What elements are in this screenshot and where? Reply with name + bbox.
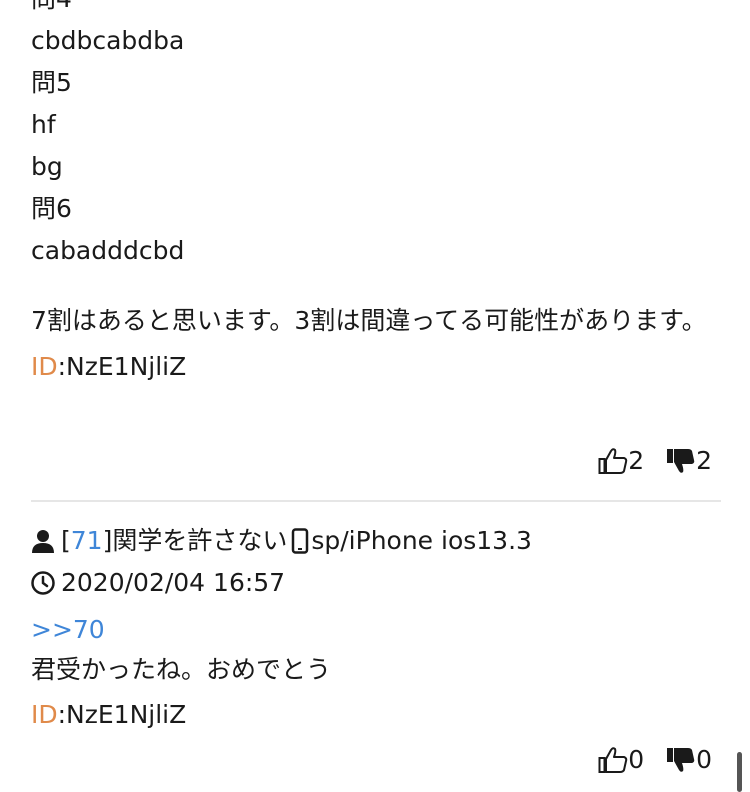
id-label: ID <box>31 352 58 381</box>
post-previous: 問4 cbdbcabdba 問5 hf bg 問6 cabadddcbd 7割は… <box>31 0 721 382</box>
post-header: [71] 関学を許さない sp/iPhone ios13.3 <box>31 520 721 562</box>
poster-id: ID:NzE1NjliZ <box>31 352 721 382</box>
device-info: sp/iPhone ios13.3 <box>311 526 532 555</box>
username: 関学を許さない <box>112 526 288 555</box>
post-timestamp-row: 2020/02/04 16:57 <box>31 562 721 604</box>
thumbs-down-icon <box>667 747 695 772</box>
like-count: 2 <box>628 446 645 475</box>
answer-line: 問6 <box>31 194 72 223</box>
poster-id: ID:NzE1NjliZ <box>31 700 721 730</box>
id-value: :NzE1NjliZ <box>57 352 187 381</box>
like-count: 0 <box>628 745 645 774</box>
post-number-close: ] <box>102 526 113 555</box>
thumbs-up-icon <box>598 447 628 474</box>
post-number-open: [ <box>61 526 71 555</box>
answer-line: cabadddcbd <box>31 236 185 265</box>
answer-line: bg <box>31 152 63 181</box>
user-icon <box>32 530 54 553</box>
scrollbar[interactable] <box>737 752 742 792</box>
post-71: [71] 関学を許さない sp/iPhone ios13.3 2020/02/04… <box>31 520 721 730</box>
post-body: 君受かったね。おめでとう <box>31 655 332 684</box>
dislike-button[interactable]: 0 <box>666 745 712 774</box>
dislike-count: 2 <box>696 446 712 475</box>
like-button[interactable]: 2 <box>598 446 644 475</box>
id-value: :NzE1NjliZ <box>57 700 187 729</box>
clock-icon <box>31 571 55 595</box>
post-number-link[interactable]: 71 <box>71 520 103 562</box>
thumbs-up-icon <box>598 746 628 773</box>
post-comment: 7割はあると思います。3割は間違ってる可能性があります。 <box>31 306 707 335</box>
thumbs-down-icon <box>667 448 695 473</box>
mobile-phone-icon <box>292 528 309 554</box>
answer-line: hf <box>31 110 56 139</box>
post-divider <box>31 500 721 502</box>
answer-line: 問5 <box>31 68 72 97</box>
answer-line: cbdbcabdba <box>31 26 185 55</box>
reply-anchor-link[interactable]: >>70 <box>31 610 721 650</box>
reply-body: >>70 君受かったね。おめでとう <box>31 610 721 690</box>
vote-row: 2 2 <box>576 446 712 475</box>
like-button[interactable]: 0 <box>598 745 644 774</box>
answer-line: 問4 <box>31 0 721 20</box>
vote-row: 0 0 <box>576 745 712 774</box>
id-label: ID <box>31 700 58 729</box>
dislike-count: 0 <box>696 745 712 774</box>
post-timestamp: 2020/02/04 16:57 <box>61 568 286 597</box>
dislike-button[interactable]: 2 <box>666 446 712 475</box>
